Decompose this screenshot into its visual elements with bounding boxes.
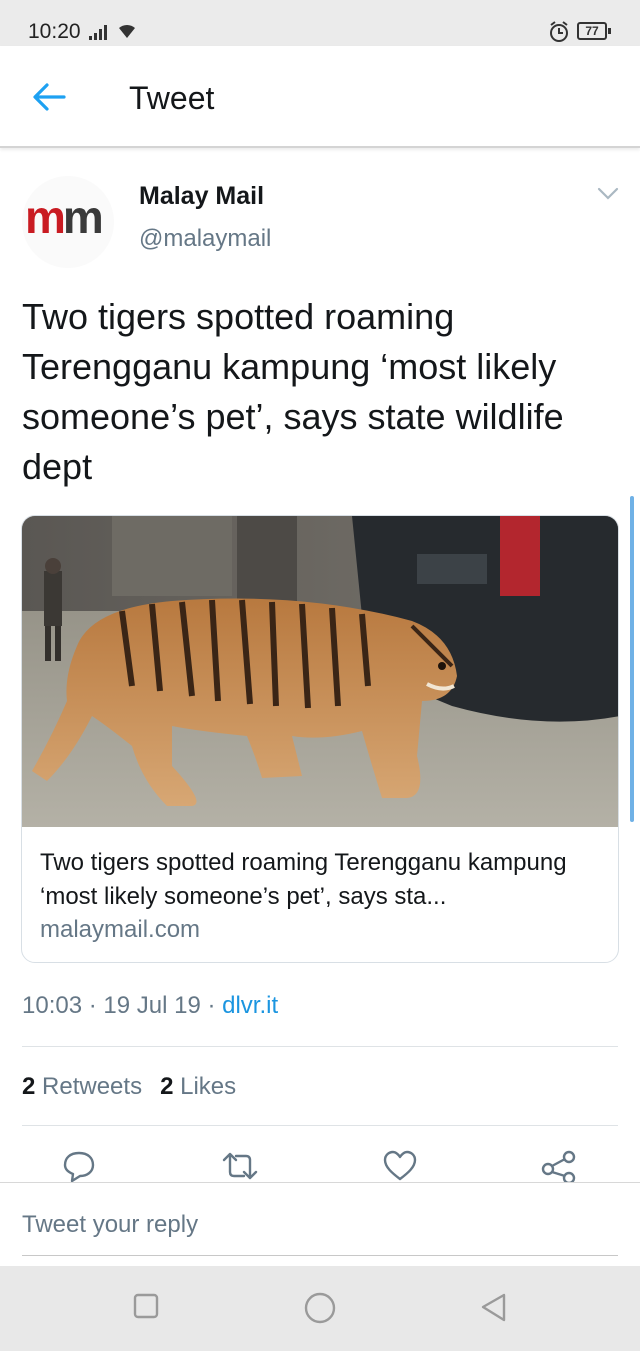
author-handle[interactable]: @malaymail: [139, 225, 271, 253]
divider: [22, 1046, 618, 1047]
reply-input-underline: [22, 1255, 618, 1256]
likes-stat[interactable]: 2 Likes: [160, 1073, 236, 1100]
scrollbar[interactable]: [630, 496, 634, 822]
share-icon[interactable]: [540, 1150, 578, 1184]
battery-indicator: 77: [577, 22, 607, 40]
tweet-stats: 2 Retweets 2 Likes: [22, 1073, 236, 1101]
card-domain: malaymail.com: [40, 916, 201, 943]
avatar[interactable]: mm: [22, 176, 114, 268]
wifi-icon: [119, 24, 135, 38]
recents-icon[interactable]: [132, 1292, 160, 1320]
author-name[interactable]: Malay Mail: [139, 182, 264, 211]
alarm-icon: [550, 21, 568, 42]
tweet-source-link[interactable]: dlvr.it: [222, 992, 278, 1019]
arrow-left-icon[interactable]: [30, 80, 68, 114]
comment-icon[interactable]: [62, 1150, 96, 1182]
battery-nub: [608, 28, 611, 34]
retweets-label: Retweets: [42, 1073, 143, 1100]
signal-icon: [89, 25, 107, 40]
avatar-logo: mm: [25, 190, 104, 244]
card-image: [22, 516, 618, 827]
heart-icon[interactable]: [382, 1150, 418, 1182]
avatar-logo-letter-2: m: [62, 191, 104, 243]
retweet-icon[interactable]: [220, 1150, 260, 1182]
retweets-stat[interactable]: 2 Retweets: [22, 1073, 142, 1100]
link-card[interactable]: Two tigers spotted roaming Terengganu ka…: [21, 515, 619, 963]
app-header: Tweet: [0, 46, 640, 148]
tweet-date: 19 Jul 19: [103, 992, 201, 1019]
separator: ·: [82, 992, 104, 1019]
back-nav-icon[interactable]: [478, 1292, 508, 1324]
divider: [22, 1125, 618, 1126]
likes-count: 2: [160, 1073, 174, 1100]
page-title: Tweet: [129, 80, 215, 116]
status-time: 10:20: [28, 20, 81, 43]
home-icon[interactable]: [302, 1292, 338, 1328]
chevron-down-icon[interactable]: [597, 187, 619, 201]
avatar-logo-letter-1: m: [25, 191, 66, 243]
tweet-time: 10:03: [22, 992, 83, 1019]
likes-label: Likes: [180, 1073, 237, 1100]
retweets-count: 2: [22, 1073, 36, 1100]
tweet-timestamp: 10:03 · 19 Jul 19 · dlvr.it: [22, 992, 278, 1020]
tweet-text: Two tigers spotted roaming Terengganu ka…: [22, 296, 564, 487]
status-bar: 10:20 77: [0, 0, 640, 46]
reply-input[interactable]: Tweet your reply: [22, 1211, 198, 1239]
reply-bar: Tweet your reply: [0, 1182, 640, 1266]
system-nav-bar: [0, 1266, 640, 1351]
separator: ·: [200, 992, 223, 1019]
card-title: Two tigers spotted roaming Terengganu ka…: [40, 849, 567, 910]
